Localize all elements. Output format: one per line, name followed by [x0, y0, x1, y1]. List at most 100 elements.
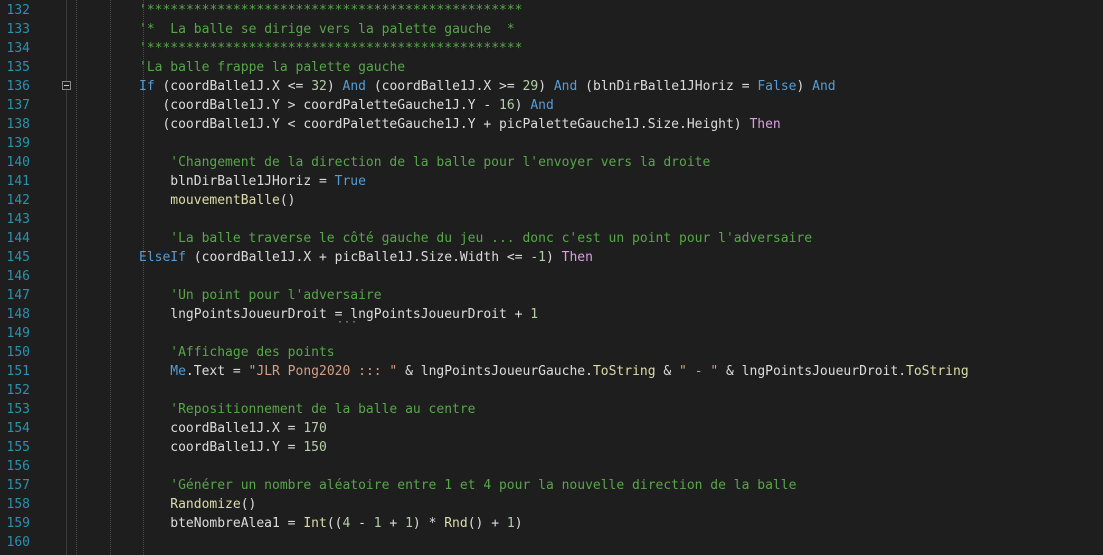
code-token: ()	[240, 497, 257, 512]
code-line[interactable]: 150 'Affichage des points	[0, 343, 1103, 362]
line-code[interactable]: (coordBalle1J.Y < coordPaletteGauche1J.Y…	[162, 115, 780, 134]
line-code[interactable]: 'La balle frappe la palette gauche	[139, 58, 405, 77]
code-token: 16	[499, 98, 515, 113]
code-token: (coordBalle1J.X + picBalle1J.Size.Width …	[185, 250, 531, 265]
code-line[interactable]: 159 bteNombreAlea1 = Int((4 - 1 + 1) * Rn…	[0, 514, 1103, 533]
code-line[interactable]: 133 '* La balle se dirige vers la palette…	[0, 20, 1103, 39]
code-line[interactable]: 135 'La balle frappe la palette gauche	[0, 58, 1103, 77]
code-token: )	[326, 79, 343, 94]
code-token: coordBalle1J.Y =	[170, 440, 304, 455]
code-token: (blnDirBalle1JHoriz =	[577, 79, 758, 94]
code-line[interactable]: 132 '************************************…	[0, 1, 1103, 20]
code-line[interactable]: 158 Randomize()	[0, 495, 1103, 514]
code-token: mouvementBalle	[170, 193, 280, 208]
code-token: 29	[522, 79, 539, 94]
line-code[interactable]: blnDirBalle1JHoriz = True	[170, 172, 366, 191]
code-token: 'Un point pour l'adversaire	[170, 288, 382, 303]
line-number: 158	[6, 497, 30, 512]
line-code[interactable]: (coordBalle1J.Y > coordPaletteGauche1J.Y…	[162, 96, 553, 115]
code-token: 170	[303, 421, 327, 436]
code-token: ((	[326, 516, 343, 531]
line-code[interactable]: '***************************************…	[139, 1, 523, 20]
code-line[interactable]: 153 'Repositionnement de la balle au cent…	[0, 400, 1103, 419]
code-line[interactable]: 142 mouvementBalle()	[0, 191, 1103, 210]
line-code[interactable]: coordBalle1J.Y = 150	[170, 438, 327, 457]
code-token: 'Repositionnement de la balle au centre	[170, 402, 476, 417]
code-line[interactable]: 148 lngPointsJoueurDroit = lngPointsJoueu…	[0, 305, 1103, 328]
line-code[interactable]: 'Repositionnement de la balle au centre	[170, 400, 475, 419]
line-number: 159	[6, 516, 30, 531]
line-code[interactable]: bteNombreAlea1 = Int((4 - 1 + 1) * Rnd()…	[170, 514, 522, 533]
collapse-icon[interactable]	[62, 81, 71, 90]
code-line[interactable]: 160	[0, 533, 1103, 552]
code-token: Me	[170, 364, 186, 379]
line-number: 145	[6, 250, 30, 265]
line-number: 139	[6, 136, 30, 151]
line-number: 148	[6, 307, 30, 322]
code-line[interactable]: 138 (coordBalle1J.Y < coordPaletteGauche1…	[0, 115, 1103, 134]
code-token: '***************************************…	[139, 41, 523, 56]
line-number: 136	[6, 79, 30, 94]
code-token: True	[334, 174, 366, 189]
code-line[interactable]: 151 Me.Text = "JLR Pong2020 ::: " & lngPo…	[0, 362, 1103, 381]
code-token: ToString	[906, 364, 969, 379]
code-line[interactable]: 136 If (coordBalle1J.X <= 32) And (coordB…	[0, 77, 1103, 96]
line-number: 138	[6, 117, 30, 132]
line-code[interactable]: ElseIf (coordBalle1J.X + picBalle1J.Size…	[139, 248, 593, 267]
code-token: (coordBalle1J.X <=	[154, 79, 312, 94]
code-token: ()	[279, 193, 296, 208]
code-token: 1	[373, 516, 382, 531]
line-number: 133	[6, 22, 30, 37]
code-token: 'La balle traverse le côté gauche du jeu…	[170, 231, 813, 246]
line-code[interactable]: 'Générer un nombre aléatoire entre 1 et …	[170, 476, 796, 495]
line-code[interactable]: 'Affichage des points	[170, 343, 334, 362]
code-line[interactable]: 139	[0, 134, 1103, 153]
code-token: 1	[405, 516, 413, 531]
line-number: 147	[6, 288, 30, 303]
code-line[interactable]: 157 'Générer un nombre aléatoire entre 1 …	[0, 476, 1103, 495]
code-token: Then	[749, 117, 781, 132]
code-line[interactable]: 147 'Un point pour l'adversaire	[0, 286, 1103, 305]
code-token: coordBalle1J.X =	[170, 421, 304, 436]
line-code[interactable]: 'Un point pour l'adversaire	[170, 286, 381, 305]
line-number: 160	[6, 535, 30, 550]
line-number: 150	[6, 345, 30, 360]
line-code[interactable]: 'Changement de la direction de la balle …	[170, 153, 710, 172]
code-token: Rnd	[444, 516, 468, 531]
code-line[interactable]: 141 blnDirBalle1JHoriz = True	[0, 172, 1103, 191]
line-code[interactable]: Me.Text = "JLR Pong2020 ::: " & lngPoint…	[170, 362, 968, 381]
code-line[interactable]: 155 coordBalle1J.Y = 150	[0, 438, 1103, 457]
code-token: 32	[311, 79, 327, 94]
code-token: ElseIf	[139, 250, 186, 265]
code-token: -	[350, 516, 374, 531]
code-line[interactable]: 145 ElseIf (coordBalle1J.X + picBalle1J.S…	[0, 248, 1103, 267]
line-code[interactable]: mouvementBalle()	[170, 191, 295, 210]
code-line[interactable]: 134 '************************************…	[0, 39, 1103, 58]
code-line[interactable]: 143	[0, 210, 1103, 229]
line-code[interactable]: '***************************************…	[139, 39, 523, 58]
line-code[interactable]: Randomize()	[170, 495, 256, 514]
code-token: )	[514, 98, 531, 113]
line-number: 151	[6, 364, 30, 379]
code-token: Randomize	[170, 497, 241, 512]
line-code[interactable]: If (coordBalle1J.X <= 32) And (coordBall…	[139, 77, 836, 96]
code-line[interactable]: 154 coordBalle1J.X = 170	[0, 419, 1103, 438]
code-line[interactable]: 149	[0, 324, 1103, 343]
code-editor[interactable]: 1 32 '************************************…	[0, 0, 1103, 555]
code-token: False	[757, 79, 797, 94]
line-number: 155	[6, 440, 30, 455]
line-code[interactable]: coordBalle1J.X = 170	[170, 419, 327, 438]
code-line[interactable]: 152	[0, 381, 1103, 400]
code-line[interactable]: 146	[0, 267, 1103, 286]
line-number: 154	[6, 421, 30, 436]
line-code[interactable]: 'La balle traverse le côté gauche du jeu…	[170, 229, 812, 248]
code-line[interactable]: 140 'Changement de la direction de la bal…	[0, 153, 1103, 172]
code-token: ToString	[592, 364, 656, 379]
code-line[interactable]: 144 'La balle traverse le côté gauche du …	[0, 229, 1103, 248]
code-line[interactable]: 137 (coordBalle1J.Y > coordPaletteGauche1…	[0, 96, 1103, 115]
code-line[interactable]: 156	[0, 457, 1103, 476]
line-number: 140	[6, 155, 30, 170]
code-token: & lngPointsJoueurDroit.	[718, 364, 907, 379]
code-token: 1	[506, 516, 515, 531]
line-code[interactable]: '* La balle se dirige vers la palette ga…	[139, 20, 515, 39]
